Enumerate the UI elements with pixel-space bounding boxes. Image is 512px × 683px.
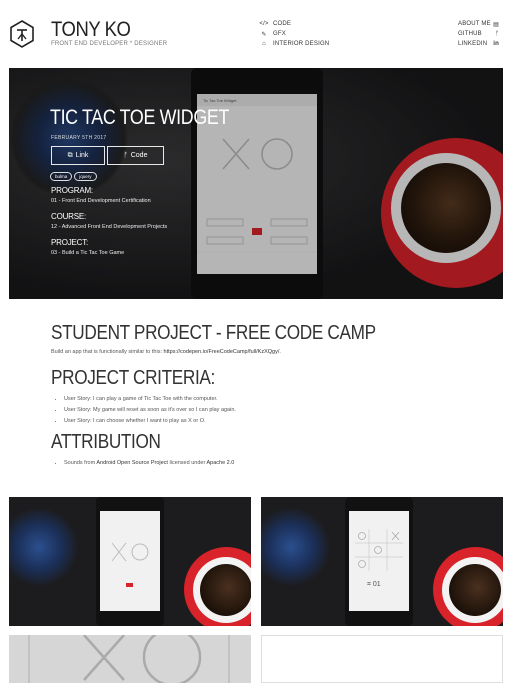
coffee (449, 564, 501, 616)
id-card-icon: ▤ (493, 21, 499, 28)
nav-item-github[interactable]: GITHUB ᚠ (458, 29, 499, 39)
gallery-image-2[interactable]: ⌗ 01 (261, 497, 503, 626)
brush-icon: ✎ (261, 31, 267, 38)
nav-item-about-me[interactable]: ABOUT ME ▤ (458, 19, 499, 29)
section-heading-criteria: PROJECT CRITERIA: (51, 367, 215, 389)
project-actions: ⧉ Link ᚠ Code (51, 146, 164, 165)
link-button-label: Link (75, 152, 89, 159)
attribution-list: Sounds from Android Open Source Project … (51, 458, 471, 469)
link-button[interactable]: ⧉ Link (51, 146, 105, 165)
code-button[interactable]: ᚠ Code (107, 146, 164, 165)
course-value: 12 - Advanced Front End Development Proj… (51, 224, 168, 230)
course-label: COURSE: (51, 212, 87, 221)
nav-item-label: LINKEDIN (458, 41, 488, 47)
program-value: 01 - Front End Development Certification (51, 198, 151, 204)
project-title: TIC TAC TOE WIDGET (50, 106, 230, 129)
nav-item-code[interactable]: </> CODE (259, 19, 329, 29)
nav-item-label: GITHUB (458, 31, 482, 37)
program-label: PROGRAM: (51, 186, 93, 195)
intro-text: Build an app that is functionally simila… (51, 349, 164, 355)
external-link-icon: ⧉ (67, 151, 73, 159)
hero-overlay (9, 68, 503, 299)
nav-item-label: ABOUT ME (458, 21, 491, 27)
pen-cup-image (261, 507, 331, 587)
phone-mockup (96, 497, 164, 626)
tic-tac-toe-board-closeup (28, 635, 230, 683)
svg-text:⌗ 01: ⌗ 01 (367, 581, 381, 588)
intro-paragraph: Build an app that is functionally simila… (51, 349, 281, 355)
gallery-image-4[interactable] (261, 635, 503, 683)
nav-item-gfx[interactable]: ✎ GFX (259, 29, 329, 39)
nav-item-label: CODE (273, 21, 292, 27)
phone-screen (100, 511, 160, 611)
git-icon: ᚠ (123, 152, 128, 159)
nav-item-linkedin[interactable]: LINKEDIN in (458, 39, 499, 49)
phone-mockup: ⌗ 01 (345, 497, 413, 626)
linkedin-icon: in (493, 41, 499, 47)
code-button-label: Code (130, 152, 148, 159)
gallery-image-1[interactable] (9, 497, 251, 626)
hero-banner: Tic Tac Toe Widget TIC TAC TOE WIDGET FE… (9, 68, 503, 299)
site-header: TONY KO FRONT END DEVELOPER * DESIGNER <… (0, 0, 512, 68)
attribution-middle: licensed under (167, 460, 207, 466)
gallery-image-3[interactable] (9, 635, 251, 683)
tag-list: bulma jquery (50, 172, 97, 181)
pen-cup-image (9, 507, 79, 587)
project-info: PROJECT: 03 - Build a Tic Tac Toe Game (51, 238, 124, 256)
list-item: User Story: I can play a game of Tic Tac… (64, 394, 471, 405)
project-value: 03 - Build a Tic Tac Toe Game (51, 250, 125, 256)
nav-item-interior-design[interactable]: ⌂ INTERIOR DESIGN (259, 39, 329, 49)
criteria-list: User Story: I can play a game of Tic Tac… (51, 394, 471, 427)
project-description: STUDENT PROJECT - FREE CODE CAMP Build a… (51, 322, 471, 469)
code-icon: </> (259, 21, 269, 27)
nav-profile: ABOUT ME ▤ GITHUB ᚠ LINKEDIN in (458, 19, 499, 49)
tag-bulma[interactable]: bulma (50, 172, 73, 181)
section-heading-student-project: STUDENT PROJECT - FREE CODE CAMP (51, 322, 376, 344)
course-info: COURSE: 12 - Advanced Front End Developm… (51, 212, 167, 230)
git-icon: ᚠ (495, 31, 499, 37)
project-date: FEBRUARY 5TH 2017 (51, 135, 107, 141)
phone-screen: ⌗ 01 (349, 511, 409, 611)
codepen-link[interactable]: https://codepen.io/FreeCodeCamp/full/KzX… (164, 349, 280, 355)
building-icon: ⌂ (262, 41, 266, 47)
section-heading-attribution: ATTRIBUTION (51, 431, 161, 453)
list-item: User Story: I can choose whether I want … (64, 416, 471, 427)
brand-name[interactable]: TONY KO (51, 18, 131, 42)
aosp-link[interactable]: Android Open Source Project (96, 460, 168, 466)
coffee (200, 564, 251, 616)
program-info: PROGRAM: 01 - Front End Development Cert… (51, 186, 151, 204)
apache-link[interactable]: Apache 2.0 (207, 460, 235, 466)
brand-subtitle: FRONT END DEVELOPER * DESIGNER (51, 41, 168, 47)
nav-item-label: INTERIOR DESIGN (273, 41, 330, 47)
project-label: PROJECT: (51, 238, 89, 247)
nav-projects: </> CODE ✎ GFX ⌂ INTERIOR DESIGN (259, 19, 329, 49)
tag-jquery[interactable]: jquery (74, 172, 97, 181)
list-item: User Story: My game will reset as soon a… (64, 405, 471, 416)
logo-icon[interactable] (10, 20, 34, 48)
nav-item-label: GFX (273, 31, 286, 37)
attribution-prefix: Sounds from (64, 460, 97, 466)
list-item: Sounds from Android Open Source Project … (64, 458, 471, 469)
